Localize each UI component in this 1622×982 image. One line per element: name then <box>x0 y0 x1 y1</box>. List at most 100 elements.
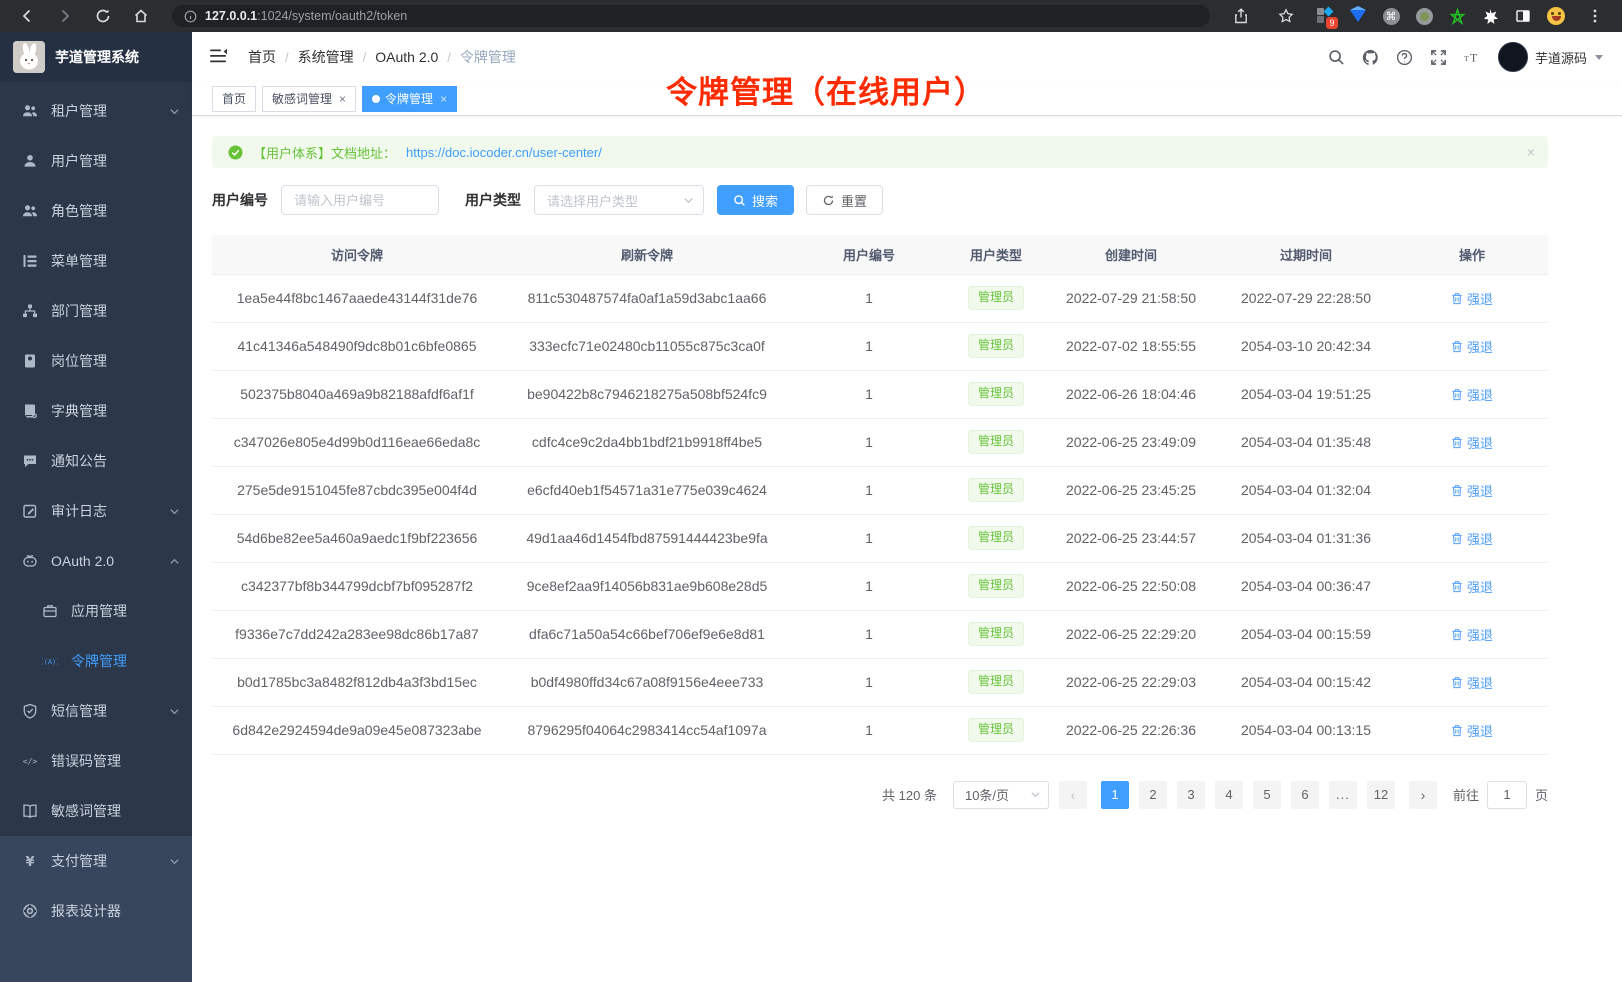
extension-star-icon[interactable] <box>1448 7 1466 25</box>
search-button[interactable]: 搜索 <box>717 185 794 215</box>
font-size-icon[interactable]: TT <box>1464 49 1481 66</box>
home-icon[interactable] <box>126 4 156 28</box>
goto-page-input[interactable] <box>1487 781 1527 809</box>
pager-page-5[interactable]: 5 <box>1253 781 1281 809</box>
pager-page-1[interactable]: 1 <box>1101 781 1129 809</box>
extension-gem-icon[interactable] <box>1349 7 1367 25</box>
back-icon[interactable] <box>12 4 42 28</box>
user-id-input[interactable] <box>281 185 439 215</box>
sidebar-item-岗位管理[interactable]: 岗位管理 <box>0 336 192 386</box>
svg-text:¥: ¥ <box>25 855 34 869</box>
tab-token-management[interactable]: 令牌管理× <box>362 86 457 112</box>
user-id-cell: 1 <box>792 370 946 418</box>
sidebar-toggle-icon[interactable] <box>1514 7 1532 25</box>
force-logout-button[interactable]: 强退 <box>1451 481 1493 500</box>
force-logout-button[interactable]: 强退 <box>1451 721 1493 740</box>
extension-command-icon[interactable]: ⌘ <box>1382 7 1400 25</box>
user-id-cell: 1 <box>792 562 946 610</box>
breadcrumb-home[interactable]: 首页 <box>248 47 276 67</box>
doc-link[interactable]: https://doc.iocoder.cn/user-center/ <box>406 145 602 160</box>
breadcrumb-current: 令牌管理 <box>460 47 516 67</box>
table-row: 54d6be82ee5a460a9aedc1f9bf22365649d1aa46… <box>212 514 1548 562</box>
user-type-select[interactable]: 请选择用户类型 <box>534 185 704 215</box>
sidebar-item-短信管理[interactable]: 短信管理 <box>0 686 192 736</box>
pager-prev[interactable]: ‹ <box>1059 781 1087 809</box>
sidebar-item-label: 通知公告 <box>51 451 107 471</box>
user-id-label: 用户编号 <box>212 190 268 210</box>
sidebar-item-菜单管理[interactable]: 菜单管理 <box>0 236 192 286</box>
app-logo[interactable]: 芋道管理系统 <box>0 32 192 82</box>
forward-icon[interactable] <box>50 4 80 28</box>
extension-splat-icon[interactable] <box>1481 7 1499 25</box>
force-logout-button[interactable]: 强退 <box>1451 337 1493 356</box>
access-token-cell: f9336e7c7dd242a283ee98dc86b17a87 <box>212 610 502 658</box>
sidebar-item-用户管理[interactable]: 用户管理 <box>0 136 192 186</box>
pager-next[interactable]: › <box>1409 781 1437 809</box>
force-logout-button[interactable]: 强退 <box>1451 529 1493 548</box>
page-size-select[interactable]: 10条/页 <box>953 781 1049 809</box>
github-icon[interactable] <box>1362 49 1379 66</box>
sidebar-menu: 租户管理用户管理角色管理菜单管理部门管理岗位管理字典管理通知公告审计日志 OAut… <box>0 82 192 836</box>
svg-text:((A)): ((A)) <box>42 658 58 666</box>
force-logout-button[interactable]: 强退 <box>1451 385 1493 404</box>
user-type-label: 用户类型 <box>465 190 521 210</box>
sidebar-item-审计日志[interactable]: 审计日志 <box>0 486 192 536</box>
tab-close-icon[interactable]: × <box>440 92 447 106</box>
bookmark-star-icon[interactable] <box>1271 4 1301 28</box>
force-logout-button[interactable]: 强退 <box>1451 673 1493 692</box>
sidebar-item-字典管理[interactable]: 字典管理 <box>0 386 192 436</box>
address-bar[interactable]: 127.0.0.1:1024/system/oauth2/token <box>172 5 1210 27</box>
tab-home[interactable]: 首页 <box>212 86 256 112</box>
table-row: 41c41346a548490f9dc8b01c6bfe0865333ecfc7… <box>212 322 1548 370</box>
extension-tabs-icon[interactable]: 9 <box>1316 7 1334 25</box>
access-token-cell: 54d6be82ee5a460a9aedc1f9bf223656 <box>212 514 502 562</box>
search-icon[interactable] <box>1328 49 1345 66</box>
goto-label: 前往 <box>1453 785 1479 804</box>
extension-record-icon[interactable] <box>1415 7 1433 25</box>
reset-button[interactable]: 重置 <box>806 185 883 215</box>
tab-close-icon[interactable]: × <box>339 92 346 106</box>
sidebar-item-错误码管理[interactable]: </>错误码管理 <box>0 736 192 786</box>
user-menu[interactable]: 芋道源码 <box>1498 42 1604 72</box>
sidebar-item-label: 短信管理 <box>51 701 107 721</box>
breadcrumb-oauth[interactable]: OAuth 2.0 <box>375 49 438 65</box>
pager-page-4[interactable]: 4 <box>1215 781 1243 809</box>
site-info-icon[interactable] <box>184 10 197 23</box>
breadcrumb-system[interactable]: 系统管理 <box>298 47 354 67</box>
sidebar-item-敏感词管理[interactable]: 敏感词管理 <box>0 786 192 836</box>
access-token-cell: c347026e805e4d99b0d116eae66eda8c <box>212 418 502 466</box>
force-logout-button[interactable]: 强退 <box>1451 433 1493 452</box>
sidebar-item-支付管理[interactable]: ¥支付管理 <box>0 836 192 886</box>
sidebar-item-报表设计器[interactable]: 报表设计器 <box>0 886 192 936</box>
pager-page-12[interactable]: 12 <box>1367 781 1395 809</box>
pager-page-3[interactable]: 3 <box>1177 781 1205 809</box>
help-icon[interactable] <box>1396 49 1413 66</box>
sidebar-item-通知公告[interactable]: 通知公告 <box>0 436 192 486</box>
share-icon[interactable] <box>1226 4 1256 28</box>
reload-icon[interactable] <box>88 4 118 28</box>
alert-close-icon[interactable]: × <box>1527 145 1535 159</box>
pager-page-6[interactable]: 6 <box>1291 781 1319 809</box>
sidebar-item-oauth-2.0[interactable]: OAuth 2.0 <box>0 536 192 586</box>
sidebar-item-令牌管理[interactable]: ((A))令牌管理 <box>0 636 192 686</box>
pager-page-2[interactable]: 2 <box>1139 781 1167 809</box>
filter-form: 用户编号 用户类型 请选择用户类型 搜索 重置 <box>212 185 1548 215</box>
sidebar-item-label: OAuth 2.0 <box>51 553 114 569</box>
refresh-token-cell: cdfc4ce9c2da4bb1bdf21b9918ff4be5 <box>502 418 792 466</box>
pager-more[interactable]: ... <box>1329 781 1357 809</box>
sidebar-item-角色管理[interactable]: 角色管理 <box>0 186 192 236</box>
profile-emoji-icon[interactable] <box>1547 7 1565 25</box>
sidebar-collapse-icon[interactable] <box>208 46 230 68</box>
user-type-tag: 管理员 <box>968 286 1024 310</box>
sidebar-item-部门管理[interactable]: 部门管理 <box>0 286 192 336</box>
fullscreen-icon[interactable] <box>1430 49 1447 66</box>
sidebar-item-应用管理[interactable]: 应用管理 <box>0 586 192 636</box>
user-id-cell: 1 <box>792 466 946 514</box>
force-logout-button[interactable]: 强退 <box>1451 625 1493 644</box>
tab-sensitive-words[interactable]: 敏感词管理× <box>262 86 356 112</box>
force-logout-button[interactable]: 强退 <box>1451 577 1493 596</box>
refresh-token-cell: 49d1aa46d1454fbd87591444423be9fa <box>502 514 792 562</box>
sidebar-item-租户管理[interactable]: 租户管理 <box>0 86 192 136</box>
force-logout-button[interactable]: 强退 <box>1451 289 1493 308</box>
browser-menu-dots-icon[interactable] <box>1580 4 1610 28</box>
